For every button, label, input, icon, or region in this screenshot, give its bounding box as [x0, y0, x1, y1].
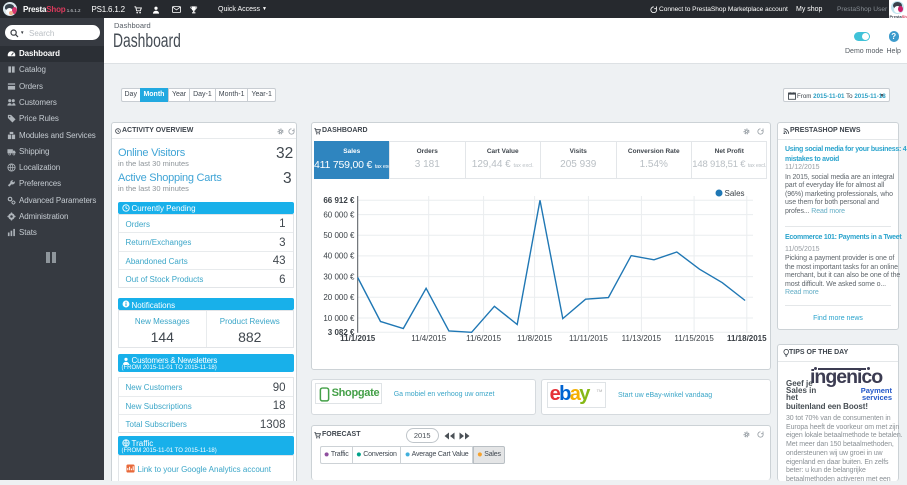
svg-text:11/13/2015: 11/13/2015 [622, 334, 662, 343]
svg-text:11/8/2015: 11/8/2015 [517, 334, 553, 343]
svg-text:66 912 €: 66 912 € [323, 196, 355, 205]
svg-text:60 000 €: 60 000 € [323, 210, 355, 219]
svg-text:10 000 €: 10 000 € [323, 314, 355, 323]
svg-text:11/6/2015: 11/6/2015 [466, 334, 502, 343]
svg-text:30 000 €: 30 000 € [323, 272, 355, 281]
svg-text:40 000 €: 40 000 € [323, 252, 355, 261]
svg-text:11/4/2015: 11/4/2015 [411, 334, 447, 343]
svg-text:Sales: Sales [725, 189, 745, 198]
svg-text:11/18/2015: 11/18/2015 [727, 334, 767, 343]
svg-text:11/15/2015: 11/15/2015 [674, 334, 714, 343]
svg-text:11/11/2015: 11/11/2015 [569, 334, 608, 343]
svg-text:50 000 €: 50 000 € [323, 231, 355, 240]
svg-text:20 000 €: 20 000 € [323, 293, 355, 302]
svg-text:11/1/2015: 11/1/2015 [340, 334, 376, 343]
